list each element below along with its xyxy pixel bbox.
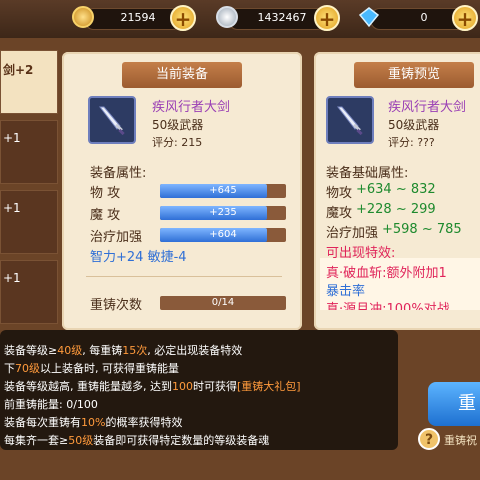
attr-range: +598 ~ 785	[382, 222, 462, 237]
attr-bar: +645	[160, 184, 286, 198]
attr-name: 物 攻	[90, 186, 121, 201]
silver-amount: 1432467	[257, 11, 307, 24]
slot-label: +1	[3, 131, 21, 145]
divider	[86, 276, 282, 277]
rule-line: 装备每次重铸有10%的概率获得特效	[4, 416, 183, 429]
item-type: 50级武器	[388, 118, 440, 132]
effect-item: 真·源月冲:100%对战	[326, 302, 450, 310]
gold-amount: 21594	[120, 11, 156, 24]
attr-name: 魔 攻	[90, 208, 121, 223]
add-gold-button[interactable]: +	[170, 5, 196, 31]
diamond-icon	[358, 7, 380, 28]
effect-item: 真·破血斩:额外附加1	[326, 266, 447, 281]
add-diamond-button[interactable]: +	[452, 5, 478, 31]
attr-name: 治疗加强	[326, 226, 379, 241]
rule-line: 下70级以上装备时, 可获得重铸能量	[4, 362, 179, 375]
item-icon-frame[interactable]	[326, 96, 374, 144]
attr-name: 治疗加强	[90, 230, 143, 245]
equipment-slot[interactable]: +1	[0, 260, 58, 324]
base-attributes-title: 装备基础属性:	[326, 166, 409, 181]
item-icon-frame[interactable]	[88, 96, 136, 144]
attr-value: +645	[209, 185, 237, 196]
extra-attributes: 智力+24 敏捷-4	[90, 250, 187, 265]
rule-line: 前重铸能量: 0/100	[4, 398, 98, 411]
slot-label: 剑+2	[3, 63, 34, 77]
silver-currency: 1432467 +	[214, 5, 344, 31]
slot-label: +1	[3, 201, 21, 215]
panel-title: 重铸预览	[354, 62, 474, 88]
equipment-slot[interactable]: 剑+2	[0, 50, 58, 114]
gold-coin-icon	[72, 6, 94, 28]
gold-currency: 21594 +	[70, 5, 200, 31]
panel-title: 当前装备	[122, 62, 242, 88]
diamond-currency: 0 +	[356, 5, 480, 31]
equipment-slot[interactable]: +1	[0, 190, 58, 254]
attr-value: +604	[209, 229, 237, 240]
rule-line: 装备等级≥40级, 每重铸15次, 必定出现装备特效	[4, 344, 243, 357]
reforge-preview-panel: 重铸预览 疾风行者大剑 50级武器 评分: ??? 装备基础属性: 物攻 +63…	[314, 52, 480, 330]
reforge-count-bar: 0/14	[160, 296, 286, 310]
item-name: 疾风行者大剑	[388, 100, 467, 115]
attributes-title: 装备属性:	[90, 166, 147, 181]
silver-coin-icon	[216, 6, 238, 28]
item-name: 疾风行者大剑	[152, 100, 231, 115]
reforge-button[interactable]: 重	[428, 382, 480, 426]
reforge-blessing-label: 重铸祝	[444, 434, 477, 447]
attr-range: +634 ~ 832	[356, 182, 436, 197]
effect-item: 暴击率	[326, 284, 366, 299]
reforge-count-label: 重铸次数	[90, 298, 143, 313]
currency-bar: 21594 + 1432467 + 0 +	[0, 0, 480, 38]
attr-value: +235	[209, 207, 237, 218]
attr-name: 魔攻	[326, 206, 353, 221]
current-equipment-panel: 当前装备 疾风行者大剑 50级武器 评分: 215 装备属性: 物 攻 +645…	[62, 52, 302, 330]
attr-range: +228 ~ 299	[356, 202, 436, 217]
rule-line: 装备等级越高, 重铸能量越多, 达到100时可获得[重铸大礼包]	[4, 380, 301, 393]
equipment-list: 剑+2 +1 +1 +1	[0, 44, 58, 344]
item-type: 50级武器	[152, 118, 204, 132]
attr-name: 物攻	[326, 186, 353, 201]
sword-icon	[98, 106, 125, 136]
rule-line: 每集齐一套≥50级装备即可获得特定数量的等级装备魂	[4, 434, 270, 447]
add-silver-button[interactable]: +	[314, 5, 340, 31]
item-score: 评分: 215	[152, 136, 203, 149]
equipment-slot[interactable]: +1	[0, 120, 58, 184]
help-icon[interactable]: ?	[418, 428, 440, 450]
reforge-rules-tooltip: 装备等级≥40级, 每重铸15次, 必定出现装备特效 下70级以上装备时, 可获…	[0, 330, 398, 450]
item-score: 评分: ???	[388, 136, 435, 149]
reforge-count-value: 0/14	[211, 297, 235, 308]
sword-icon	[336, 106, 363, 136]
attr-bar: +235	[160, 206, 286, 220]
attr-bar: +604	[160, 228, 286, 242]
slot-label: +1	[3, 271, 21, 285]
effects-list[interactable]: 真·破血斩:额外附加1 暴击率 真·源月冲:100%对战	[320, 258, 480, 310]
